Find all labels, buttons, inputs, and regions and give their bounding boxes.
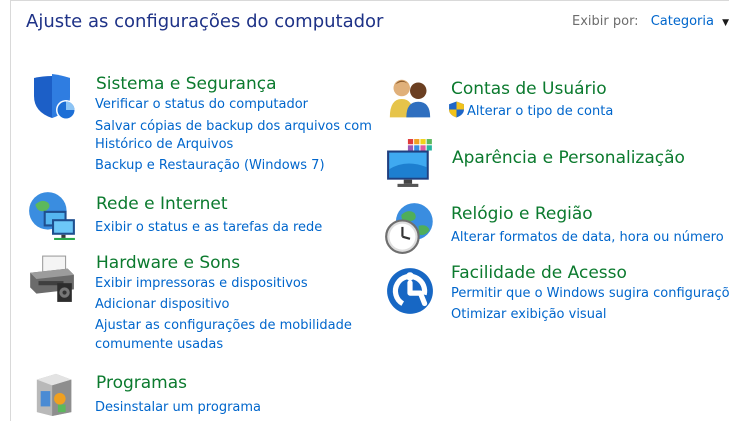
shield-icon[interactable] xyxy=(30,72,78,120)
link-uninstall-program[interactable]: Desinstalar um programa xyxy=(95,399,261,417)
category-title-clock-region[interactable]: Relógio e Região xyxy=(451,204,593,224)
printer-icon[interactable] xyxy=(26,254,76,304)
link-file-history-backup-cont[interactable]: Histórico de Arquivos xyxy=(95,136,233,154)
link-devices-printers[interactable]: Exibir impressoras e dispositivos xyxy=(95,275,308,293)
link-windows-suggest-settings[interactable]: Permitir que o Windows sugira configuraç… xyxy=(451,285,729,303)
ease-of-access-icon[interactable] xyxy=(385,266,435,316)
globe-network-icon[interactable] xyxy=(27,190,77,240)
category-title-appearance[interactable]: Aparência e Personalização xyxy=(452,148,685,168)
category-title-hardware[interactable]: Hardware e Sons xyxy=(96,253,240,273)
view-by-dropdown[interactable]: Categoria xyxy=(651,14,714,29)
category-title-programs[interactable]: Programas xyxy=(96,373,187,393)
uac-shield-icon xyxy=(449,101,464,118)
category-title-system-security[interactable]: Sistema e Segurança xyxy=(96,74,277,94)
monitor-palette-icon[interactable] xyxy=(385,137,435,189)
category-title-user-accounts[interactable]: Contas de Usuário xyxy=(451,79,607,99)
view-by-label: Exibir por: xyxy=(572,14,639,29)
link-check-computer-status[interactable]: Verificar o status do computador xyxy=(95,96,308,114)
category-title-ease-access[interactable]: Facilidade de Acesso xyxy=(451,263,627,283)
window-border-top xyxy=(10,0,729,1)
window-border-left xyxy=(10,0,11,421)
category-title-network[interactable]: Rede e Internet xyxy=(96,194,228,214)
program-box-icon[interactable] xyxy=(33,368,79,418)
globe-clock-icon[interactable] xyxy=(384,202,436,254)
link-change-date-time-formats[interactable]: Alterar formatos de data, hora ou número xyxy=(451,229,724,247)
link-file-history-backup[interactable]: Salvar cópias de backup dos arquivos com xyxy=(95,118,372,136)
page-title: Ajuste as configurações do computador xyxy=(26,11,384,32)
link-mobility-settings-cont[interactable]: comumente usadas xyxy=(95,336,223,354)
link-network-status[interactable]: Exibir o status e as tarefas da rede xyxy=(95,219,322,237)
link-change-account-type[interactable]: Alterar o tipo de conta xyxy=(467,103,613,121)
chevron-down-icon[interactable]: ▼ xyxy=(722,18,729,28)
link-optimize-visual-display[interactable]: Otimizar exibição visual xyxy=(451,306,607,324)
view-by: Exibir por: Categoria ▼ xyxy=(572,14,729,29)
link-add-device[interactable]: Adicionar dispositivo xyxy=(95,296,230,314)
link-mobility-settings[interactable]: Ajustar as configurações de mobilidade xyxy=(95,317,352,335)
link-backup-restore[interactable]: Backup e Restauração (Windows 7) xyxy=(95,157,325,175)
users-icon[interactable] xyxy=(386,77,434,121)
